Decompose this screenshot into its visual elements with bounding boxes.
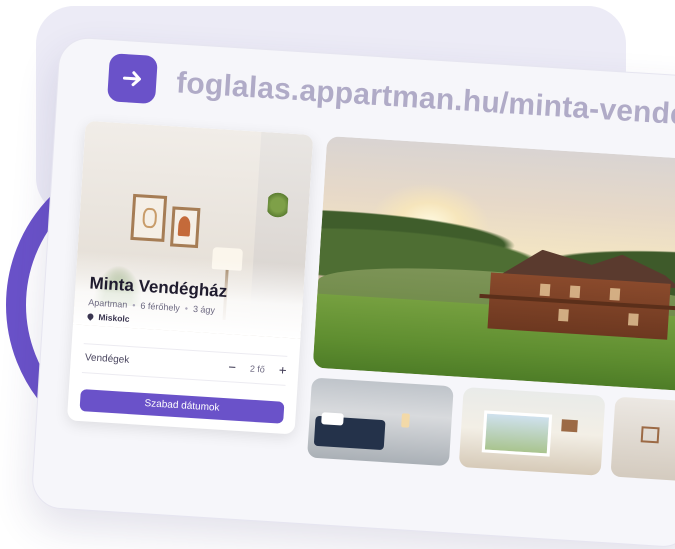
wall-art-2 bbox=[170, 206, 201, 249]
arrow-right-icon bbox=[122, 71, 141, 87]
hanging-plant bbox=[266, 190, 289, 220]
available-dates-button[interactable]: Szabad dátumok bbox=[79, 389, 285, 424]
browser-window: foglalas.appartman.hu/minta-vendeghaz Mi… bbox=[30, 36, 675, 549]
guests-stepper: − 2 fő + bbox=[228, 359, 287, 378]
increment-button[interactable]: + bbox=[278, 362, 287, 377]
gallery-thumb-room[interactable] bbox=[610, 396, 675, 483]
go-button[interactable] bbox=[107, 53, 158, 105]
wall-art-1 bbox=[130, 193, 168, 242]
hero-photo[interactable] bbox=[312, 135, 675, 393]
gallery-thumb-living-room[interactable] bbox=[458, 387, 606, 476]
decrement-button[interactable]: − bbox=[228, 359, 237, 374]
listing-card: Minta Vendégház Apartman • 6 férőhely • 3 ág… bbox=[66, 120, 314, 435]
gallery-thumb-bedroom[interactable] bbox=[307, 377, 454, 467]
location-text: Miskolc bbox=[98, 311, 130, 324]
guests-label: Vendégek bbox=[84, 352, 130, 366]
guests-value: 2 fő bbox=[249, 363, 266, 375]
url-text[interactable]: foglalas.appartman.hu/minta-vendeghaz bbox=[175, 66, 675, 136]
log-house bbox=[478, 232, 675, 340]
guests-row: Vendégek − 2 fő + bbox=[81, 343, 288, 386]
listing-beds: 3 ágy bbox=[192, 303, 216, 316]
map-pin-icon bbox=[86, 312, 95, 321]
